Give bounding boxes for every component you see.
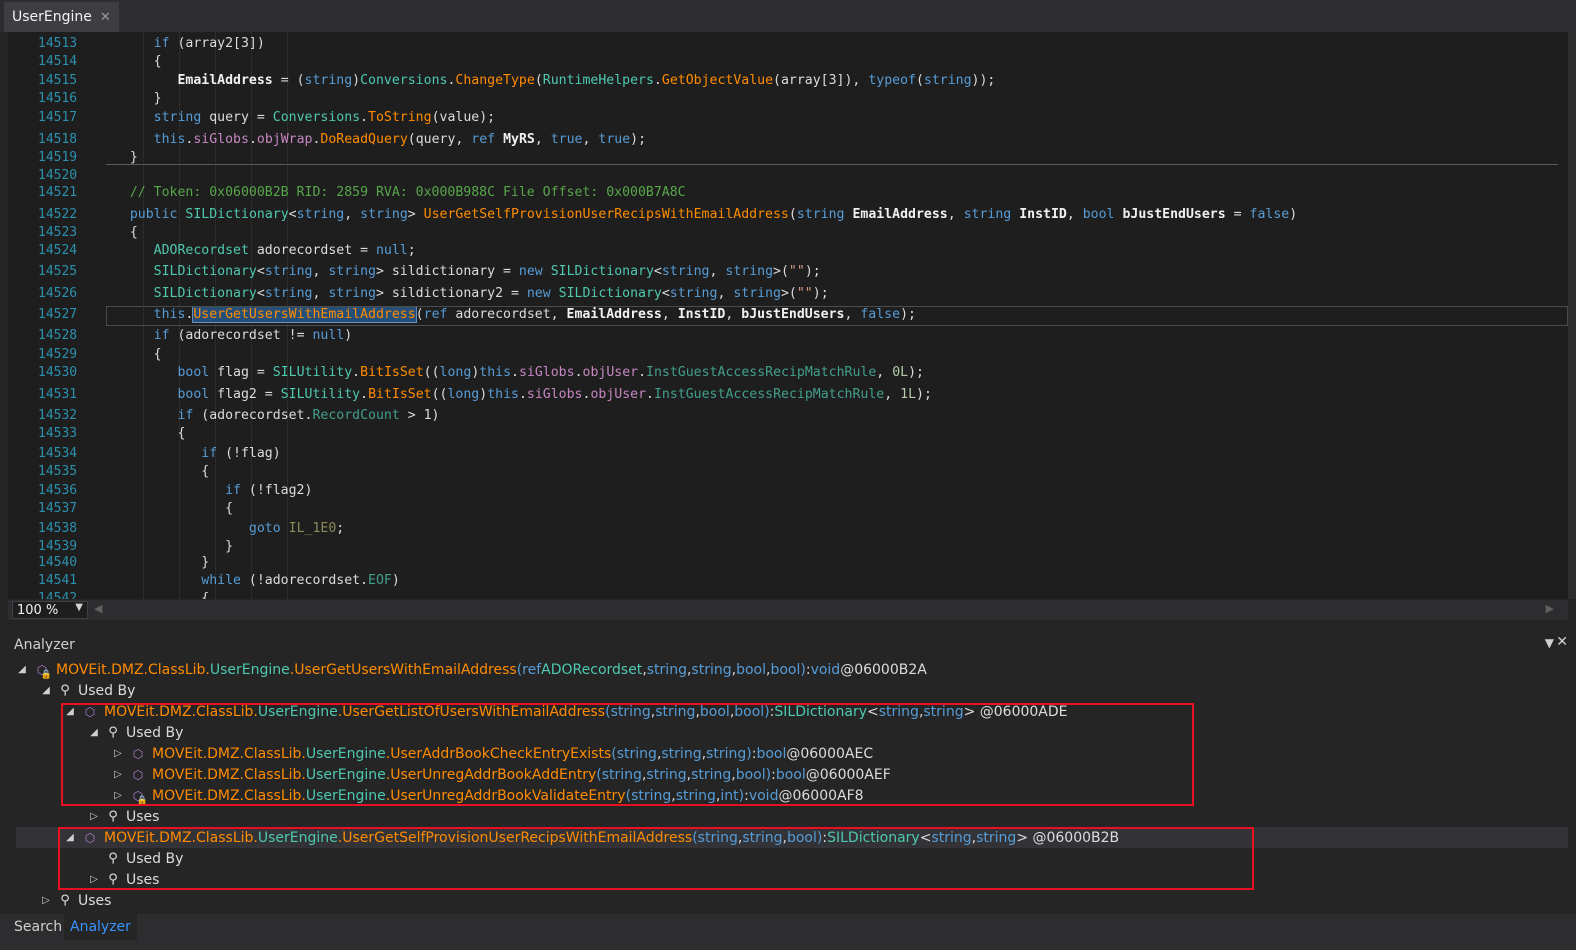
code-line[interactable]: { bbox=[106, 346, 162, 364]
line-number: 14530 bbox=[38, 365, 78, 380]
line-number: 14542 bbox=[38, 591, 78, 599]
code-line[interactable]: if (adorecordset != null) bbox=[106, 327, 353, 345]
code-line[interactable]: { bbox=[106, 224, 138, 242]
code-line[interactable]: { bbox=[106, 53, 162, 71]
line-number: 14532 bbox=[38, 408, 78, 423]
code-line[interactable]: { bbox=[106, 590, 209, 599]
tree-node-group[interactable]: ▷ ⚲ Uses bbox=[88, 806, 159, 827]
analyzer-panel: Analyzer ▼ ✕ ◢ ⬡ 🔒 MOVEit.DMZ.ClassLib. User… bbox=[8, 632, 1568, 914]
analyzer-title: Analyzer bbox=[14, 637, 75, 653]
tab-analyzer[interactable]: Analyzer bbox=[64, 914, 137, 940]
line-number: 14517 bbox=[38, 110, 78, 125]
bottom-tab-bar: Search Analyzer bbox=[0, 914, 1576, 950]
line-number: 14534 bbox=[38, 446, 78, 461]
zoom-dropdown[interactable]: 100 % ▼ bbox=[12, 601, 88, 619]
code-line[interactable]: while (!adorecordset.EOF) bbox=[106, 572, 400, 590]
code-area[interactable]: if (array2[3]) { EmailAddress = (string)… bbox=[106, 32, 1568, 599]
line-number: 14533 bbox=[38, 426, 78, 441]
expanded-icon[interactable]: ◢ bbox=[16, 664, 28, 675]
code-line[interactable]: string query = Conversions.ToString(valu… bbox=[106, 109, 495, 127]
lock-icon: 🔒 bbox=[40, 669, 52, 680]
line-number: 14531 bbox=[38, 387, 78, 402]
highlight-box-self-provision bbox=[58, 827, 1254, 890]
line-number: 14524 bbox=[38, 243, 78, 258]
panel-menu-icon[interactable]: ▼ bbox=[1545, 636, 1554, 650]
code-line[interactable]: { bbox=[106, 425, 185, 443]
zoom-value: 100 % bbox=[17, 602, 59, 618]
tab-search[interactable]: Search bbox=[8, 914, 68, 940]
line-number: 14536 bbox=[38, 483, 78, 498]
line-number: 14525 bbox=[38, 264, 78, 279]
scroll-left-icon[interactable]: ◀ bbox=[94, 602, 102, 615]
method-private-icon: ⬡ 🔒 bbox=[36, 662, 52, 680]
horizontal-scrollbar[interactable]: ◀ ▶ bbox=[94, 602, 1554, 616]
line-number: 14541 bbox=[38, 573, 78, 588]
line-number: 14538 bbox=[38, 521, 78, 536]
chevron-down-icon[interactable]: ▼ bbox=[75, 602, 83, 613]
code-editor[interactable]: 14513 14514 14515 14516 14517 14518 14519 14520… bbox=[8, 32, 1568, 599]
code-line[interactable]: this.siGlobs.objWrap.DoReadQuery(query, … bbox=[106, 131, 646, 149]
line-number: 14528 bbox=[38, 328, 78, 343]
search-icon: ⚲ bbox=[60, 893, 70, 908]
code-line[interactable]: ADORecordset adorecordset = null; bbox=[106, 242, 416, 260]
collapsed-icon[interactable]: ▷ bbox=[40, 895, 52, 906]
code-line[interactable]: goto IL_1E0; bbox=[106, 520, 344, 538]
vertical-scrollbar[interactable] bbox=[1568, 32, 1576, 599]
code-line[interactable]: // Token: 0x06000B2B RID: 2859 RVA: 0x00… bbox=[106, 184, 686, 202]
line-number-gutter: 14513 14514 14515 14516 14517 14518 14519 14520… bbox=[8, 32, 98, 599]
line-number: 14529 bbox=[38, 347, 78, 362]
code-line[interactable]: public SILDictionary<string, string> Use… bbox=[106, 206, 1297, 224]
line-number: 14522 bbox=[38, 207, 78, 222]
code-line[interactable]: { bbox=[106, 463, 209, 481]
tab-userengine[interactable]: UserEngine ✕ bbox=[4, 2, 119, 32]
line-number: 14513 bbox=[38, 36, 78, 51]
line-number: 14519 bbox=[38, 150, 78, 165]
line-number: 14514 bbox=[38, 54, 78, 69]
line-number: 14521 bbox=[38, 185, 78, 200]
code-line[interactable]: { bbox=[106, 500, 233, 518]
line-number: 14526 bbox=[38, 286, 78, 301]
line-number: 14537 bbox=[38, 501, 78, 516]
code-line[interactable]: EmailAddress = (string)Conversions.Chang… bbox=[106, 72, 995, 90]
code-line[interactable]: } bbox=[106, 554, 209, 572]
scroll-right-icon[interactable]: ▶ bbox=[1546, 602, 1554, 615]
line-number: 14527 bbox=[38, 307, 78, 322]
current-line-highlight bbox=[106, 306, 1568, 326]
code-line[interactable]: SILDictionary<string, string> sildiction… bbox=[106, 263, 821, 281]
editor-status-bar: 100 % ▼ ◀ ▶ bbox=[8, 600, 1568, 620]
tree-node-group[interactable]: ▷ ⚲ Uses bbox=[40, 890, 111, 911]
tree-node-group[interactable]: ◢ ⚲ Used By bbox=[40, 680, 135, 701]
method-separator bbox=[106, 164, 1558, 165]
code-line[interactable]: if (adorecordset.RecordCount > 1) bbox=[106, 407, 439, 425]
expanded-icon[interactable]: ◢ bbox=[40, 685, 52, 696]
tab-title: UserEngine bbox=[12, 9, 92, 25]
code-line[interactable]: bool flag2 = SILUtility.BitIsSet((long)t… bbox=[106, 386, 931, 404]
line-number: 14520 bbox=[38, 168, 78, 183]
line-number: 14523 bbox=[38, 225, 78, 240]
search-icon: ⚲ bbox=[108, 809, 118, 824]
search-icon: ⚲ bbox=[60, 683, 70, 698]
code-line[interactable]: bool flag = SILUtility.BitIsSet((long)th… bbox=[106, 364, 924, 382]
close-icon[interactable]: ✕ bbox=[1556, 634, 1568, 650]
analyzer-header: Analyzer ▼ ✕ bbox=[8, 632, 1568, 658]
line-number: 14535 bbox=[38, 464, 78, 479]
collapsed-icon[interactable]: ▷ bbox=[88, 811, 100, 822]
code-line[interactable]: if (!flag2) bbox=[106, 482, 312, 500]
code-line[interactable]: SILDictionary<string, string> sildiction… bbox=[106, 285, 829, 303]
line-number: 14540 bbox=[38, 555, 78, 570]
line-number: 14516 bbox=[38, 91, 78, 106]
line-number: 14515 bbox=[38, 73, 78, 88]
highlight-box-used-by bbox=[61, 703, 1194, 806]
document-tab-bar: UserEngine ✕ bbox=[0, 0, 1576, 32]
code-line[interactable]: if (!flag) bbox=[106, 445, 280, 463]
tree-node-method[interactable]: ◢ ⬡ 🔒 MOVEit.DMZ.ClassLib. UserEngine .UserGe… bbox=[16, 659, 927, 680]
code-line[interactable]: if (array2[3]) bbox=[106, 35, 265, 53]
line-number: 14518 bbox=[38, 132, 78, 147]
close-icon[interactable]: ✕ bbox=[100, 10, 111, 25]
code-line[interactable]: } bbox=[106, 90, 162, 108]
